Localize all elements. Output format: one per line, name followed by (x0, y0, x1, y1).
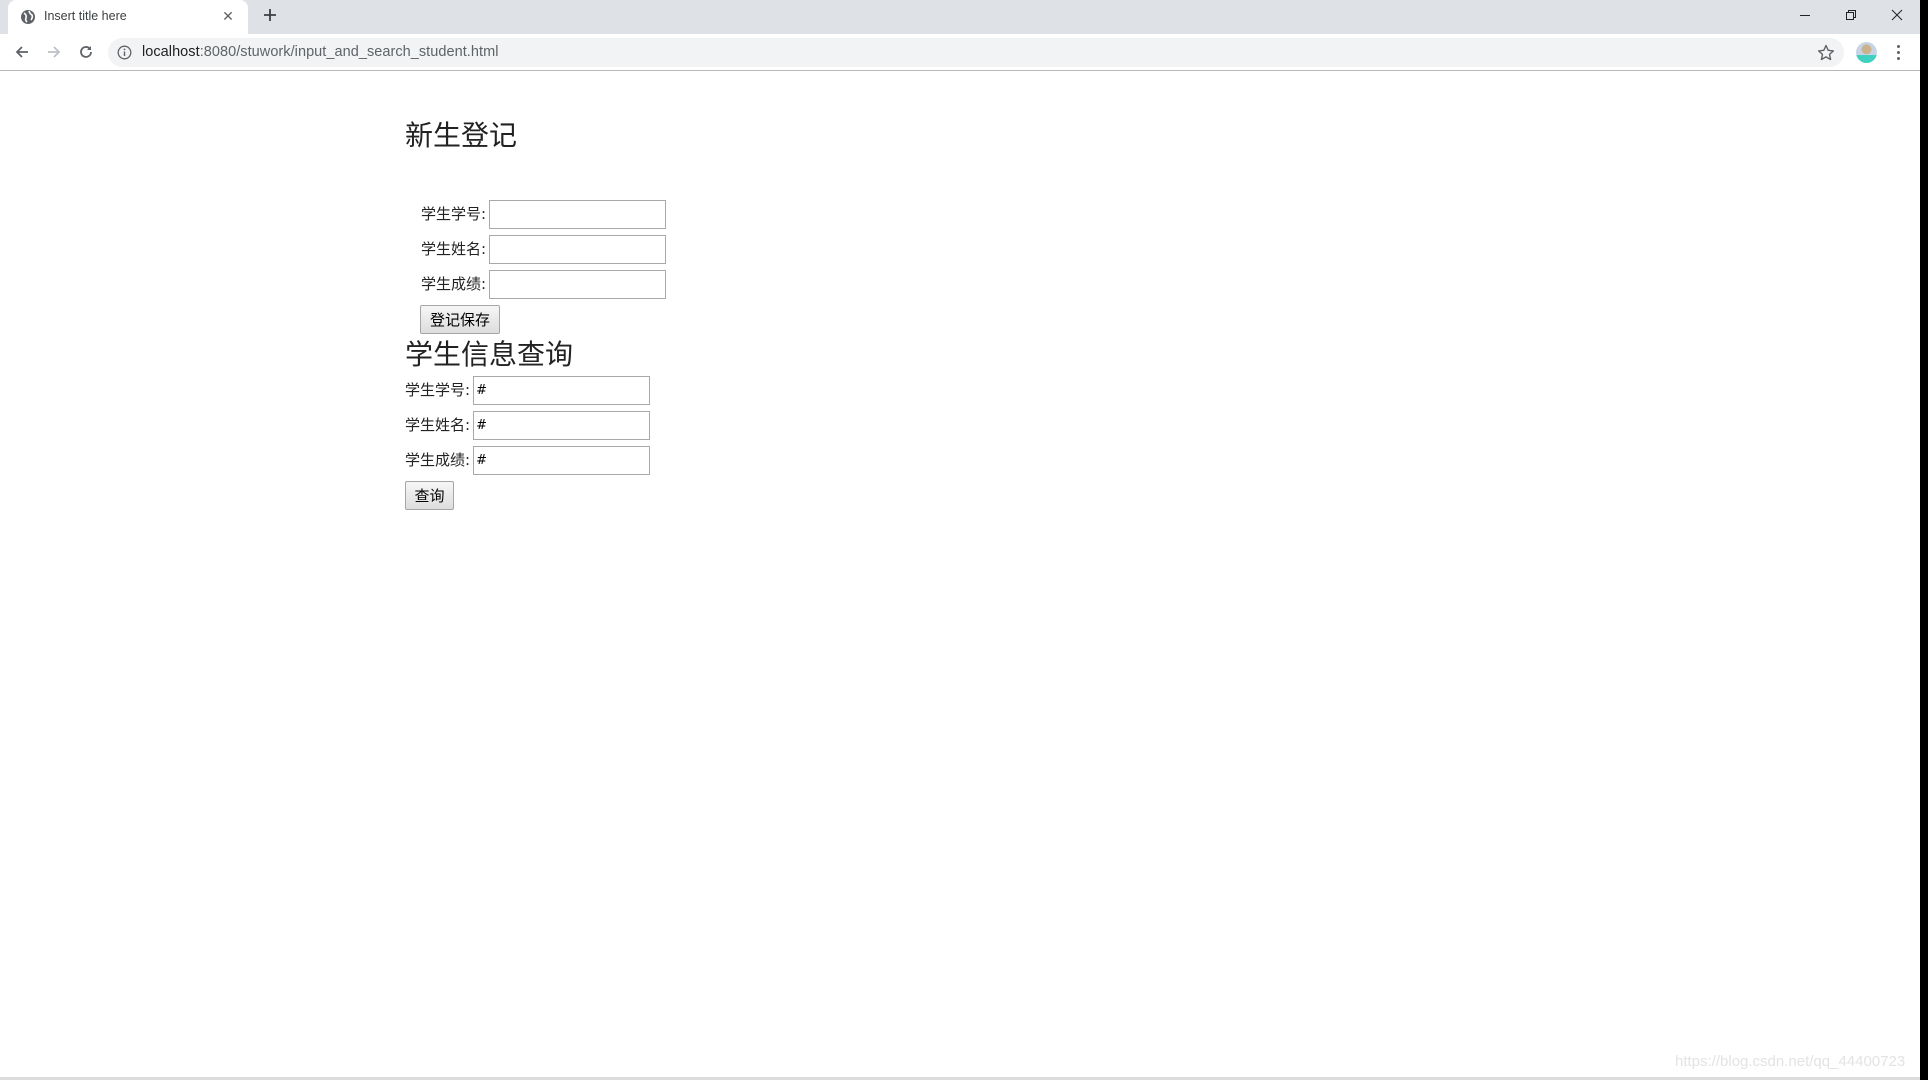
search-name-input[interactable] (473, 411, 651, 440)
search-score-row: 学生成绩: (405, 446, 651, 475)
register-name-label: 学生姓名: (421, 240, 487, 258)
forward-arrow-icon (48, 46, 61, 58)
search-name-label: 学生姓名: (405, 416, 471, 434)
plus-icon (264, 9, 276, 21)
search-name-row: 学生姓名: (405, 411, 651, 440)
close-tab-icon[interactable]: ✕ (220, 9, 236, 25)
browser-tab[interactable]: Insert title here ✕ (8, 0, 248, 34)
globe-icon (20, 9, 36, 25)
forward-button[interactable] (40, 38, 68, 66)
profile-avatar[interactable] (1856, 42, 1877, 63)
register-name-row: 学生姓名: (421, 235, 667, 264)
browser-window: Insert title here ✕ localhost:8080/stuwo… (0, 0, 1920, 1080)
search-score-input[interactable] (473, 446, 651, 475)
register-score-row: 学生成绩: (421, 270, 667, 299)
reload-button[interactable] (72, 38, 100, 66)
search-id-label: 学生学号: (405, 381, 471, 399)
search-id-row: 学生学号: (405, 376, 651, 405)
minimize-button[interactable] (1782, 0, 1828, 30)
back-arrow-icon (15, 46, 28, 58)
search-score-label: 学生成绩: (405, 451, 471, 469)
back-button[interactable] (8, 38, 36, 66)
kebab-menu-icon[interactable] (1888, 40, 1908, 64)
register-heading: 新生登记 (405, 119, 518, 152)
register-score-label: 学生成绩: (421, 275, 487, 293)
url-text[interactable]: localhost:8080/stuwork/input_and_search_… (142, 44, 498, 60)
close-window-button[interactable] (1874, 0, 1920, 30)
watermark: https://blog.csdn.net/qq_44400723 (1675, 1053, 1906, 1070)
register-id-row: 学生学号: (421, 200, 667, 229)
reload-icon (80, 46, 92, 58)
register-name-input[interactable] (489, 235, 667, 264)
tab-title: Insert title here (44, 9, 127, 23)
new-tab-button[interactable] (258, 5, 282, 29)
url-host: localhost (142, 44, 200, 60)
close-icon (1891, 9, 1903, 21)
search-heading: 学生信息查询 (405, 338, 574, 371)
address-bar[interactable]: localhost:8080/stuwork/input_and_search_… (108, 38, 1844, 67)
page-content: 新生登记 学生学号: 学生姓名: 学生成绩: 登记保存 学生信息查询 学生学号:… (0, 71, 1920, 1077)
tab-strip: Insert title here ✕ (0, 0, 1920, 34)
register-id-input[interactable] (489, 200, 667, 229)
register-save-button[interactable]: 登记保存 (420, 305, 500, 334)
register-id-label: 学生学号: (421, 205, 487, 223)
url-path: :8080/stuwork/input_and_search_student.h… (199, 44, 499, 60)
info-icon[interactable] (117, 45, 132, 60)
bookmark-star-icon[interactable] (1816, 43, 1836, 63)
search-query-button[interactable]: 查询 (405, 481, 454, 510)
minimize-icon (1800, 15, 1810, 16)
browser-toolbar: localhost:8080/stuwork/input_and_search_… (0, 34, 1920, 71)
restore-button[interactable] (1828, 0, 1874, 30)
restore-icon (1846, 10, 1856, 20)
search-id-input[interactable] (473, 376, 651, 405)
register-score-input[interactable] (489, 270, 667, 299)
